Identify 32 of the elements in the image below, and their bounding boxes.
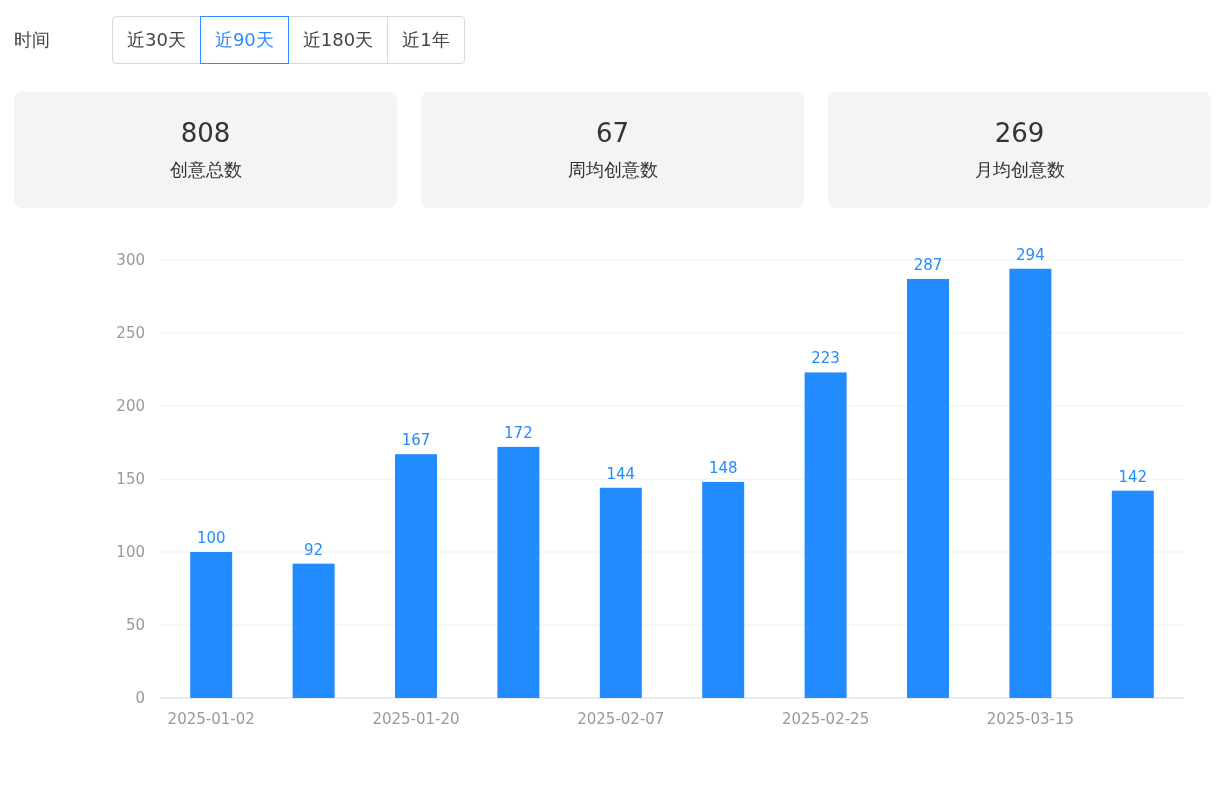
y-axis-label: 150 (116, 470, 145, 488)
value-label: 167 (401, 431, 431, 450)
stat-value: 808 (180, 118, 231, 148)
stat-label: 月均创意数 (974, 158, 1065, 182)
y-axis-label: 250 (116, 324, 145, 342)
x-axis-label: 2025-02-25 (782, 710, 870, 728)
value-label: 142 (1118, 467, 1148, 486)
stat-value: 67 (595, 118, 630, 148)
y-axis-label: 0 (135, 689, 145, 707)
filter-label: 时间 (14, 28, 51, 52)
value-label: 172 (504, 423, 533, 442)
value-label: 294 (1016, 245, 1045, 264)
y-axis-label: 300 (116, 251, 145, 269)
stat-label: 创意总数 (169, 158, 242, 182)
stat-label: 周均创意数 (567, 158, 658, 182)
y-axis-label: 200 (116, 397, 145, 415)
x-axis-label: 2025-03-15 (986, 710, 1074, 728)
stat-value: 269 (994, 118, 1045, 148)
range-tab[interactable]: 近180天 (287, 16, 389, 64)
y-axis-label: 100 (116, 543, 145, 561)
x-axis-label: 2025-02-07 (577, 710, 665, 728)
range-tab[interactable]: 近30天 (112, 16, 201, 64)
value-label: 144 (606, 464, 636, 483)
range-tab[interactable]: 近1年 (387, 16, 465, 64)
value-label: 223 (811, 349, 840, 368)
x-axis-label: 2025-01-20 (372, 710, 460, 728)
value-label: 148 (708, 458, 738, 477)
x-axis-label: 2025-01-02 (167, 710, 255, 728)
value-label: 100 (196, 529, 226, 547)
y-axis-label: 50 (125, 616, 145, 634)
value-label: 92 (304, 540, 324, 559)
value-label: 287 (913, 256, 943, 274)
